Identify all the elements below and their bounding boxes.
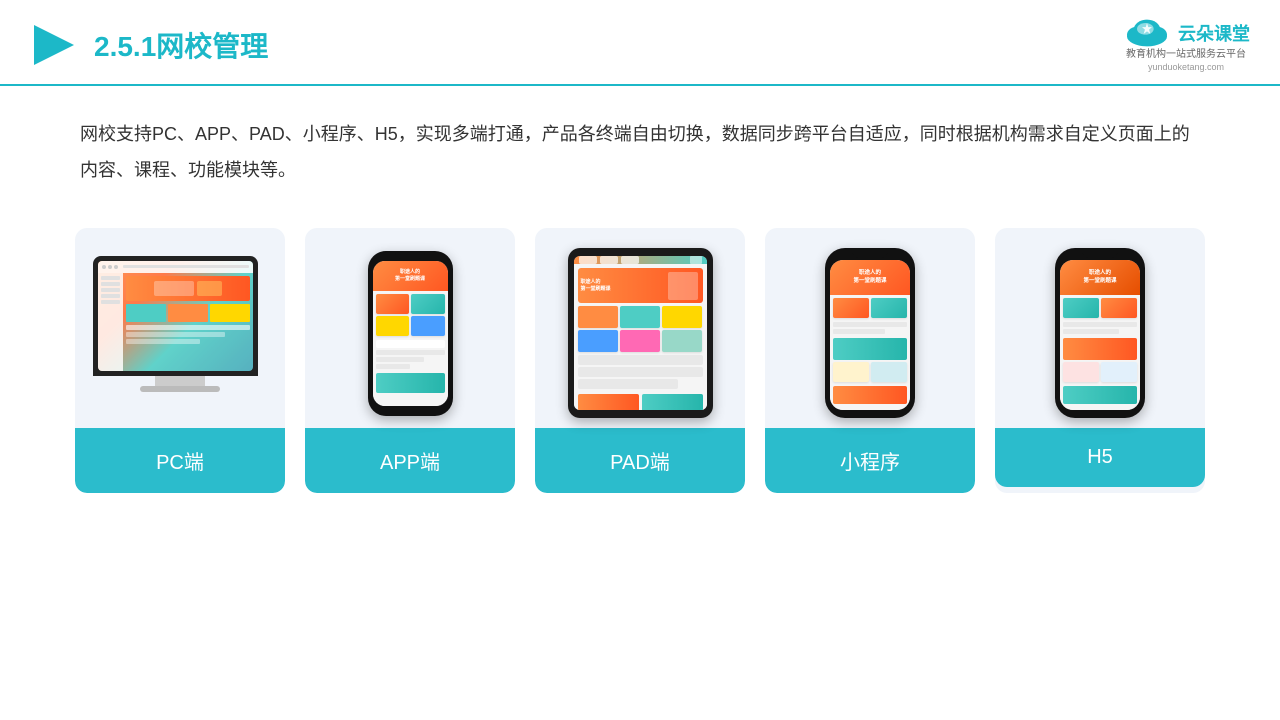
card-miniprogram-image: 职途人的第一堂刷题课 — [765, 228, 975, 428]
phone-mockup-h5: 职途人的第一堂刷题课 — [1055, 248, 1145, 418]
card-miniprogram-label: 小程序 — [765, 428, 975, 493]
logo-subtitle: 教育机构一站式服务云平台 — [1126, 48, 1246, 62]
description-paragraph: 网校支持PC、APP、PAD、小程序、H5，实现多端打通，产品各终端自由切换，数… — [80, 116, 1200, 188]
header-left: 2.5.1网校管理 — [30, 21, 268, 69]
card-pad-label: PAD端 — [535, 428, 745, 493]
card-app-label: APP端 — [305, 428, 515, 493]
play-icon — [30, 21, 78, 69]
logo-text: 云朵课堂 — [1178, 20, 1250, 46]
title-main: 网校管理 — [156, 31, 268, 62]
cards-container: PC端 职途人的第一堂刷题课 — [0, 198, 1280, 523]
description-text: 网校支持PC、APP、PAD、小程序、H5，实现多端打通，产品各终端自由切换，数… — [0, 86, 1280, 198]
pc-mockup — [93, 256, 268, 411]
logo-url: yunduoketang.com — [1148, 62, 1224, 72]
cloud-logo-icon — [1122, 18, 1172, 48]
card-h5-label: H5 — [995, 428, 1205, 487]
card-app-image: 职途人的第一堂刷题课 — [305, 228, 515, 428]
page-title: 2.5.1网校管理 — [94, 25, 268, 65]
header: 2.5.1网校管理 云朵课堂 教育机构一站式服务云平台 yunduoketang… — [0, 0, 1280, 86]
card-pad: 职途人的第一堂刷题课 — [535, 228, 745, 493]
tablet-mockup: 职途人的第一堂刷题课 — [568, 248, 713, 418]
title-prefix: 2.5.1 — [94, 31, 156, 62]
card-miniprogram: 职途人的第一堂刷题课 — [765, 228, 975, 493]
card-h5: 职途人的第一堂刷题课 — [995, 228, 1205, 493]
logo-cloud: 云朵课堂 — [1122, 18, 1250, 48]
card-pc-image — [75, 228, 285, 428]
phone-mockup-miniprogram: 职途人的第一堂刷题课 — [825, 248, 915, 418]
card-pad-image: 职途人的第一堂刷题课 — [535, 228, 745, 428]
phone-mockup-app: 职途人的第一堂刷题课 — [368, 251, 453, 416]
card-h5-image: 职途人的第一堂刷题课 — [995, 228, 1205, 428]
card-pc-label: PC端 — [75, 428, 285, 493]
logo-area: 云朵课堂 教育机构一站式服务云平台 yunduoketang.com — [1122, 18, 1250, 72]
card-pc: PC端 — [75, 228, 285, 493]
card-app: 职途人的第一堂刷题课 — [305, 228, 515, 493]
